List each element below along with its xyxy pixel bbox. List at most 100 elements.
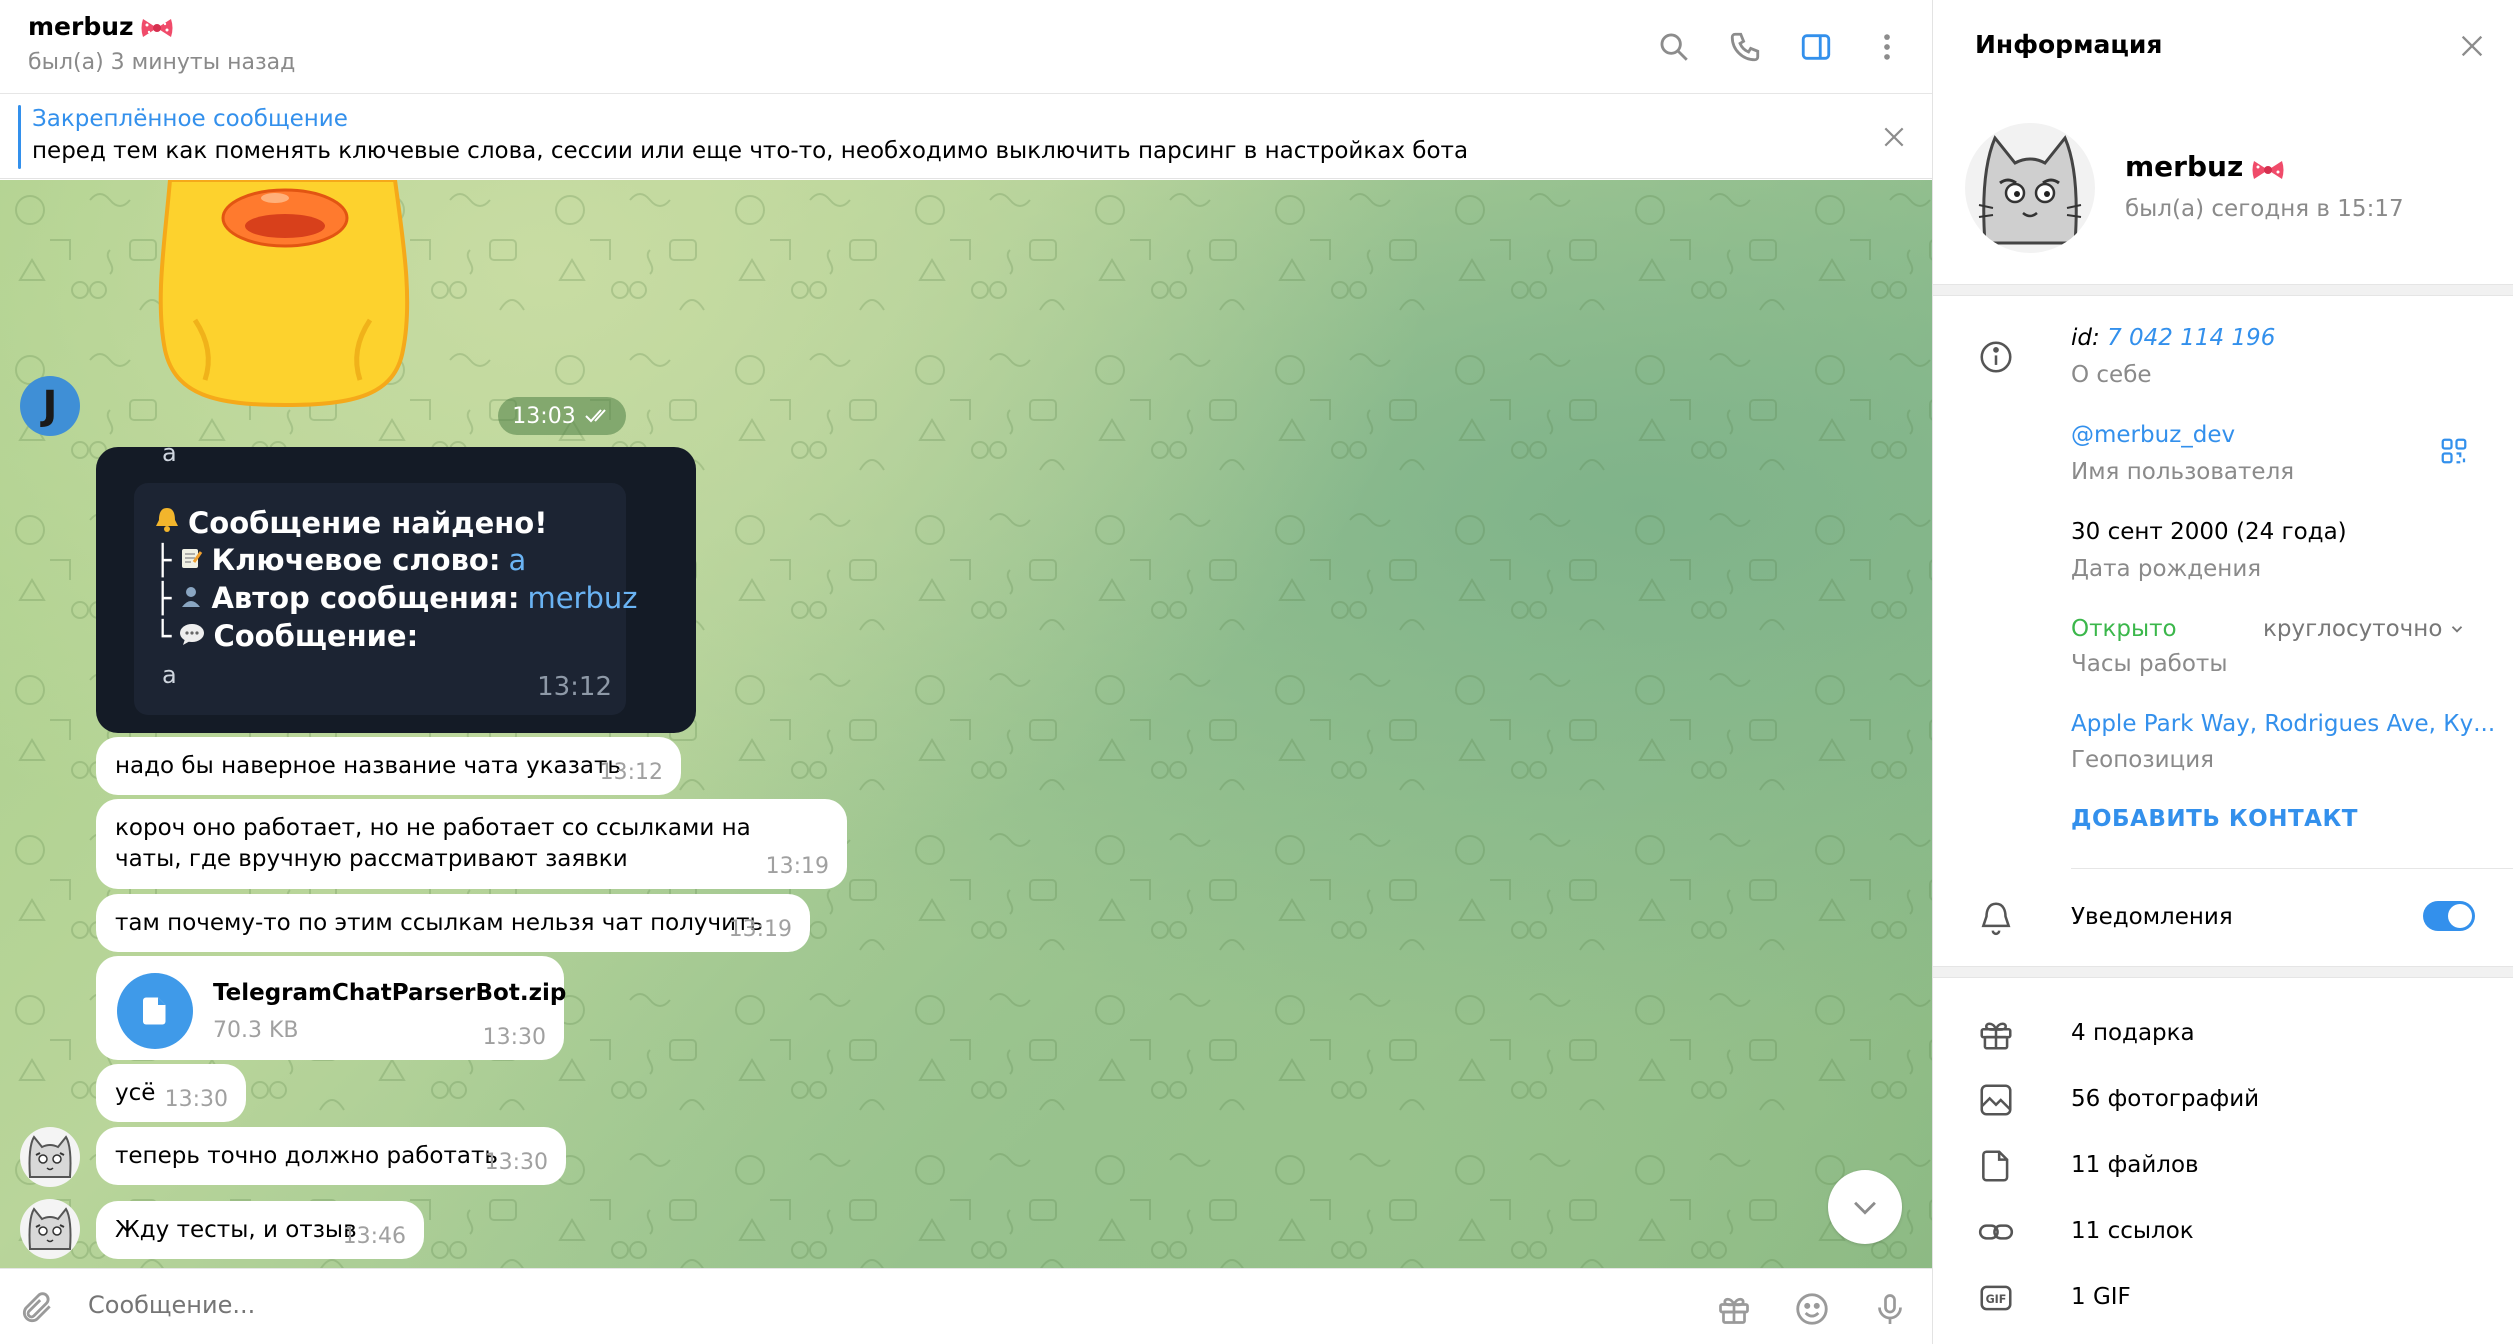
- birthday-label: Дата рождения: [2071, 556, 2262, 582]
- sidebar-toggle-icon[interactable]: [1791, 22, 1841, 72]
- duck-sticker[interactable]: [145, 180, 425, 410]
- open-status: Открыто: [2071, 616, 2177, 642]
- file-message[interactable]: TelegramChatParserBot.zip 70.3 KB 13:30: [96, 956, 566, 1060]
- message-input[interactable]: [88, 1291, 1588, 1319]
- screenshot-line-message: └ Сообщение:: [154, 619, 418, 653]
- qr-code-icon[interactable]: [2439, 436, 2479, 476]
- pinned-title: Закреплённое сообщение: [32, 106, 348, 132]
- screenshot-body: a: [162, 661, 177, 689]
- sticker-time-badge: 13:03: [498, 397, 626, 435]
- pinned-message[interactable]: Закреплённое сообщение перед тем как пом…: [0, 95, 1932, 179]
- bell-emoji-icon: [154, 505, 180, 540]
- more-vertical-icon[interactable]: [1862, 22, 1912, 72]
- chat-area: merbuz был(а) 3 минуты назад Закреплённо…: [0, 0, 1932, 1344]
- hours-dropdown[interactable]: круглосуточно: [2263, 616, 2466, 642]
- close-icon[interactable]: [1874, 117, 1914, 157]
- message-time: 13:46: [342, 1224, 406, 1249]
- gif-icon: GIF: [1975, 1277, 2017, 1319]
- memo-emoji-icon: [179, 543, 203, 577]
- hours-value: круглосуточно: [2263, 616, 2443, 642]
- emoji-icon[interactable]: [1790, 1287, 1834, 1331]
- message-bubble[interactable]: Жду тесты, и отзыв 13:46: [96, 1201, 424, 1259]
- message-text: короч оно работает, но не работает со сс…: [115, 815, 751, 872]
- scroll-down-button[interactable]: [1828, 1170, 1902, 1244]
- username-label: Имя пользователя: [2071, 459, 2295, 485]
- attach-icon[interactable]: [18, 1289, 58, 1329]
- contact-avatar[interactable]: [20, 1127, 80, 1187]
- microphone-icon[interactable]: [1868, 1287, 1912, 1331]
- bow-emoji-icon: [140, 16, 174, 38]
- media-files[interactable]: 11 файлов: [2071, 1152, 2199, 1178]
- file-icon: [1975, 1145, 2017, 1187]
- chevron-down-icon: [1854, 1201, 1876, 1215]
- screenshot-line3-label: Автор сообщения:: [211, 581, 520, 615]
- message-time: 13:30: [482, 1025, 546, 1050]
- notifications-label: Уведомления: [2071, 904, 2233, 930]
- message-bubble[interactable]: там почему-то по этим ссылкам нельзя чат…: [96, 894, 810, 952]
- tree-branch-3: └: [154, 619, 172, 653]
- contact-name[interactable]: merbuz: [28, 12, 134, 41]
- sender-avatar-initial: J: [42, 383, 58, 429]
- location-value[interactable]: Apple Park Way, Rodrigues Ave, Ку...: [2071, 711, 2495, 737]
- contact-name-row[interactable]: merbuz: [28, 12, 174, 41]
- contact-avatar[interactable]: [20, 1199, 80, 1259]
- sender-avatar[interactable]: J: [20, 376, 80, 436]
- screenshot-line-keyword: ├ Ключевое слово: a: [154, 543, 526, 577]
- message-time: 13:19: [765, 854, 829, 879]
- person-emoji-icon: [179, 581, 203, 615]
- media-gifs[interactable]: 1 GIF: [2071, 1284, 2131, 1310]
- speech-bubble-emoji-icon: [179, 619, 205, 653]
- link-icon: [1975, 1211, 2017, 1253]
- sticker-time: 13:03: [512, 403, 576, 429]
- profile-avatar[interactable]: [1965, 123, 2095, 253]
- info-circle-icon: [1975, 336, 2017, 378]
- birthday-value: 30 сент 2000 (24 года): [2071, 519, 2347, 545]
- phone-icon[interactable]: [1720, 22, 1770, 72]
- notifications-toggle[interactable]: [2423, 901, 2475, 931]
- screenshot-line1-text: Сообщение найдено!: [188, 505, 548, 540]
- profile-name-row: merbuz: [2125, 150, 2285, 183]
- screenshot-line-found: Сообщение найдено!: [154, 505, 547, 540]
- tree-branch-1: ├: [154, 543, 172, 577]
- message-bubble[interactable]: короч оно работает, но не работает со сс…: [96, 799, 847, 889]
- message-composer: [0, 1268, 1932, 1344]
- screenshot-time: 13:12: [537, 672, 612, 702]
- pinned-text: перед тем как поменять ключевые слова, с…: [32, 138, 1469, 164]
- chat-header[interactable]: merbuz был(а) 3 минуты назад: [0, 0, 1932, 94]
- gift-icon[interactable]: [1712, 1287, 1756, 1331]
- screenshot-image-message[interactable]: a Сообщение найдено! ├ Ключевое слово: a…: [96, 447, 696, 733]
- message-time: 13:30: [164, 1087, 228, 1112]
- section-separator: [1933, 966, 2513, 978]
- screenshot-line3-value: merbuz: [527, 581, 638, 615]
- screenshot-line4-label: Сообщение:: [213, 619, 419, 653]
- message-text: надо бы наверное название чата указать: [115, 753, 621, 779]
- screenshot-line2-label: Ключевое слово:: [211, 543, 501, 577]
- user-id-row[interactable]: id: 7 042 114 196: [2071, 325, 2275, 351]
- add-contact-button[interactable]: ДОБАВИТЬ КОНТАКТ: [2071, 806, 2358, 832]
- location-label: Геопозиция: [2071, 747, 2214, 773]
- media-gifts[interactable]: 4 подарка: [2071, 1020, 2195, 1046]
- svg-text:GIF: GIF: [1986, 1293, 2007, 1306]
- message-text: теперь точно должно работать: [115, 1143, 498, 1169]
- message-text: там почему-то по этим ссылкам нельзя чат…: [115, 910, 764, 936]
- message-bubble[interactable]: теперь точно должно работать 13:30: [96, 1127, 566, 1185]
- message-time: 13:30: [484, 1150, 548, 1175]
- file-name[interactable]: TelegramChatParserBot.zip: [213, 980, 566, 1006]
- close-icon[interactable]: [2450, 24, 2494, 68]
- about-label: О себе: [2071, 362, 2152, 388]
- section-separator: [1933, 284, 2513, 296]
- file-size: 70.3 KB: [213, 1018, 299, 1043]
- message-time: 13:19: [728, 917, 792, 942]
- file-document-icon[interactable]: [117, 973, 193, 1049]
- bow-emoji-icon: [2251, 156, 2285, 179]
- user-id-value[interactable]: 7 042 114 196: [2107, 325, 2275, 351]
- media-photos[interactable]: 56 фотографий: [2071, 1086, 2259, 1112]
- message-bubble[interactable]: усё 13:30: [96, 1064, 246, 1122]
- message-time: 13:12: [599, 760, 663, 785]
- message-bubble[interactable]: надо бы наверное название чата указать 1…: [96, 737, 681, 795]
- media-links[interactable]: 11 ссылок: [2071, 1218, 2194, 1244]
- contact-status: был(а) 3 минуты назад: [28, 50, 296, 75]
- username-value[interactable]: @merbuz_dev: [2071, 422, 2235, 448]
- search-icon[interactable]: [1649, 22, 1699, 72]
- divider: [2071, 868, 2513, 869]
